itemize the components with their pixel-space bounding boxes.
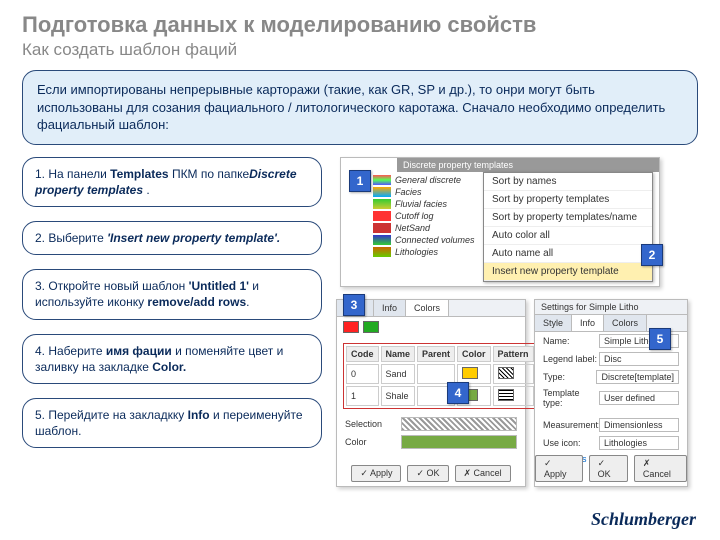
dialog-header: Settings for Simple Litho bbox=[535, 300, 687, 315]
steps-column: 1. На панели Templates ПКМ по папкеDiscr… bbox=[22, 157, 322, 449]
marker-5: 5 bbox=[649, 328, 671, 350]
remove-row-icon[interactable] bbox=[363, 321, 379, 333]
intro-callout: Если импортированы непрерывные карторажи… bbox=[22, 70, 698, 145]
menu-item[interactable]: Sort by property templates/name bbox=[484, 209, 652, 227]
screenshots-area: Discrete property templates General disc… bbox=[336, 157, 698, 449]
selection-swatch[interactable] bbox=[401, 417, 517, 431]
context-menu: Sort by names Sort by property templates… bbox=[483, 172, 653, 282]
info-dialog-shot: Settings for Simple Litho Style Info Col… bbox=[534, 299, 688, 487]
legend-field[interactable]: Disc bbox=[599, 352, 679, 366]
table-row[interactable]: 1Shale bbox=[346, 386, 534, 406]
tab-info[interactable]: Info bbox=[572, 315, 604, 331]
tabs: Style Info Colors bbox=[337, 300, 525, 317]
menu-item[interactable]: Sort by property templates bbox=[484, 191, 652, 209]
tab-style[interactable]: Style bbox=[535, 315, 572, 331]
table-row[interactable]: 0Sand bbox=[346, 364, 534, 384]
add-row-icon[interactable] bbox=[343, 321, 359, 333]
slide-subtitle: Как создать шаблон фаций bbox=[22, 40, 698, 60]
step-3: 3. Откройте новый шаблон 'Untitled 1' и … bbox=[22, 269, 322, 319]
apply-button[interactable]: ✓ Apply bbox=[535, 455, 583, 482]
tab-colors[interactable]: Colors bbox=[604, 315, 647, 331]
cancel-button[interactable]: ✗ Cancel bbox=[634, 455, 687, 482]
tab-info[interactable]: Info bbox=[374, 300, 406, 316]
ok-button[interactable]: ✓ OK bbox=[407, 465, 448, 482]
marker-2: 2 bbox=[641, 244, 663, 266]
menu-item-insert[interactable]: Insert new property template bbox=[484, 263, 652, 281]
step-4: 4. Наберите имя фации и поменяйте цвет и… bbox=[22, 334, 322, 384]
templates-tree-shot: Discrete property templates General disc… bbox=[340, 157, 660, 287]
apply-button[interactable]: ✓ Apply bbox=[351, 465, 401, 482]
marker-4: 4 bbox=[447, 382, 469, 404]
colors-dialog-shot: Style Info Colors CodeNameParentColorPat… bbox=[336, 299, 526, 487]
slide-title: Подготовка данных к моделированию свойст… bbox=[22, 12, 698, 38]
marker-3: 3 bbox=[343, 294, 365, 316]
intro-text: Если импортированы непрерывные карторажи… bbox=[37, 82, 665, 132]
schlumberger-logo: Schlumberger bbox=[591, 509, 696, 530]
step-1: 1. На панели Templates ПКМ по папкеDiscr… bbox=[22, 157, 322, 207]
marker-1: 1 bbox=[349, 170, 371, 192]
cancel-button[interactable]: ✗ Cancel bbox=[455, 465, 511, 482]
tab-colors[interactable]: Colors bbox=[406, 300, 449, 316]
facies-table: CodeNameParentColorPattern 0Sand 1Shale bbox=[343, 343, 537, 409]
tree-header: Discrete property templates bbox=[397, 158, 659, 172]
color-swatch[interactable] bbox=[401, 435, 517, 449]
menu-item[interactable]: Auto name all bbox=[484, 245, 652, 263]
step-5: 5. Перейдите на закладкку Info и переиме… bbox=[22, 398, 322, 448]
step-2: 2. Выберите 'Insert new property templat… bbox=[22, 221, 322, 255]
ok-button[interactable]: ✓ OK bbox=[589, 455, 628, 482]
menu-item[interactable]: Sort by names bbox=[484, 173, 652, 191]
menu-item[interactable]: Auto color all bbox=[484, 227, 652, 245]
